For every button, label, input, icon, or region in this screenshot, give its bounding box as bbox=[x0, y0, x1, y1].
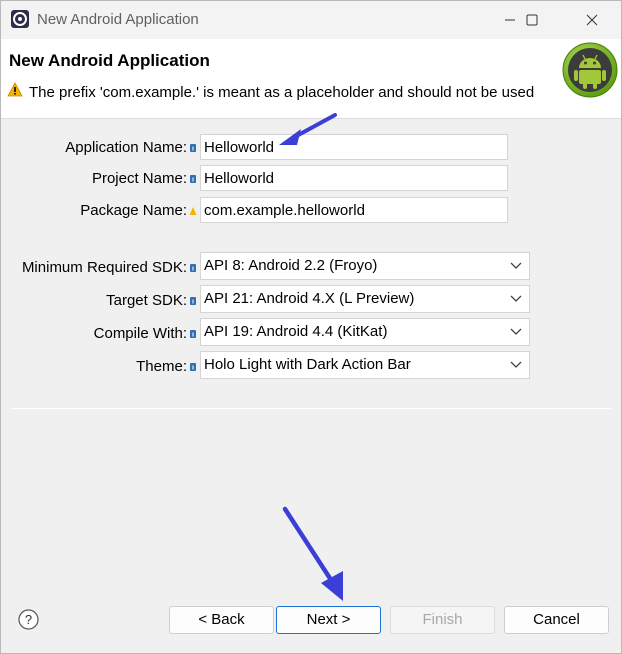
close-button[interactable] bbox=[569, 1, 615, 39]
dialog-window: New Android Application New Android Appl… bbox=[0, 0, 622, 654]
window-title: New Android Application bbox=[37, 11, 199, 28]
min-sdk-select[interactable]: API 8: Android 2.2 (Froyo) bbox=[200, 252, 530, 280]
wizard-header: New Android Application The prefix 'com.… bbox=[1, 39, 621, 119]
android-logo bbox=[562, 42, 618, 98]
theme-label: Theme: bbox=[136, 358, 187, 375]
compile-with-label: Compile With: bbox=[93, 325, 187, 342]
chevron-down-icon bbox=[510, 295, 522, 302]
project-name-label: Project Name: bbox=[91, 170, 187, 187]
chevron-down-icon bbox=[510, 361, 522, 368]
help-icon[interactable]: ? bbox=[18, 609, 39, 630]
separator bbox=[11, 408, 611, 409]
back-button[interactable]: < Back bbox=[169, 606, 274, 634]
theme-select[interactable]: Holo Light with Dark Action Bar bbox=[200, 351, 530, 379]
warning-message: The prefix 'com.example.' is meant as a … bbox=[29, 84, 535, 101]
help-glyph: ? bbox=[25, 612, 32, 627]
maximize-button[interactable] bbox=[509, 1, 555, 39]
page-title: New Android Application bbox=[9, 51, 210, 70]
warning-decoration-icon bbox=[189, 207, 197, 215]
package-name-label: Package Name: bbox=[80, 202, 187, 219]
application-name-input[interactable] bbox=[200, 134, 508, 160]
maximize-icon bbox=[526, 14, 538, 26]
target-sdk-select[interactable]: API 21: Android 4.X (L Preview) bbox=[200, 285, 530, 313]
min-sdk-value: API 8: Android 2.2 (Froyo) bbox=[204, 257, 378, 274]
theme-value: Holo Light with Dark Action Bar bbox=[204, 356, 411, 373]
target-sdk-value: API 21: Android 4.X (L Preview) bbox=[204, 290, 415, 307]
info-decoration-icon bbox=[190, 330, 196, 338]
warning-icon bbox=[7, 82, 23, 97]
cancel-button[interactable]: Cancel bbox=[504, 606, 609, 634]
chevron-down-icon bbox=[510, 328, 522, 335]
info-decoration-icon bbox=[190, 297, 196, 305]
info-decoration-icon bbox=[190, 175, 196, 183]
application-name-label: Application Name: bbox=[65, 139, 187, 156]
compile-with-select[interactable]: API 19: Android 4.4 (KitKat) bbox=[200, 318, 530, 346]
compile-with-value: API 19: Android 4.4 (KitKat) bbox=[204, 323, 388, 340]
info-decoration-icon bbox=[190, 363, 196, 371]
finish-button[interactable]: Finish bbox=[390, 606, 495, 634]
next-button[interactable]: Next > bbox=[276, 606, 381, 634]
chevron-down-icon bbox=[510, 262, 522, 269]
info-decoration-icon bbox=[190, 264, 196, 272]
eclipse-icon bbox=[11, 10, 29, 28]
close-icon bbox=[586, 14, 598, 26]
info-decoration-icon bbox=[190, 144, 196, 152]
annotation-arrow bbox=[282, 506, 343, 601]
target-sdk-label: Target SDK: bbox=[106, 292, 187, 309]
min-sdk-label: Minimum Required SDK: bbox=[21, 259, 187, 276]
title-bar: New Android Application bbox=[1, 1, 621, 39]
package-name-input[interactable] bbox=[200, 197, 508, 223]
project-name-input[interactable] bbox=[200, 165, 508, 191]
